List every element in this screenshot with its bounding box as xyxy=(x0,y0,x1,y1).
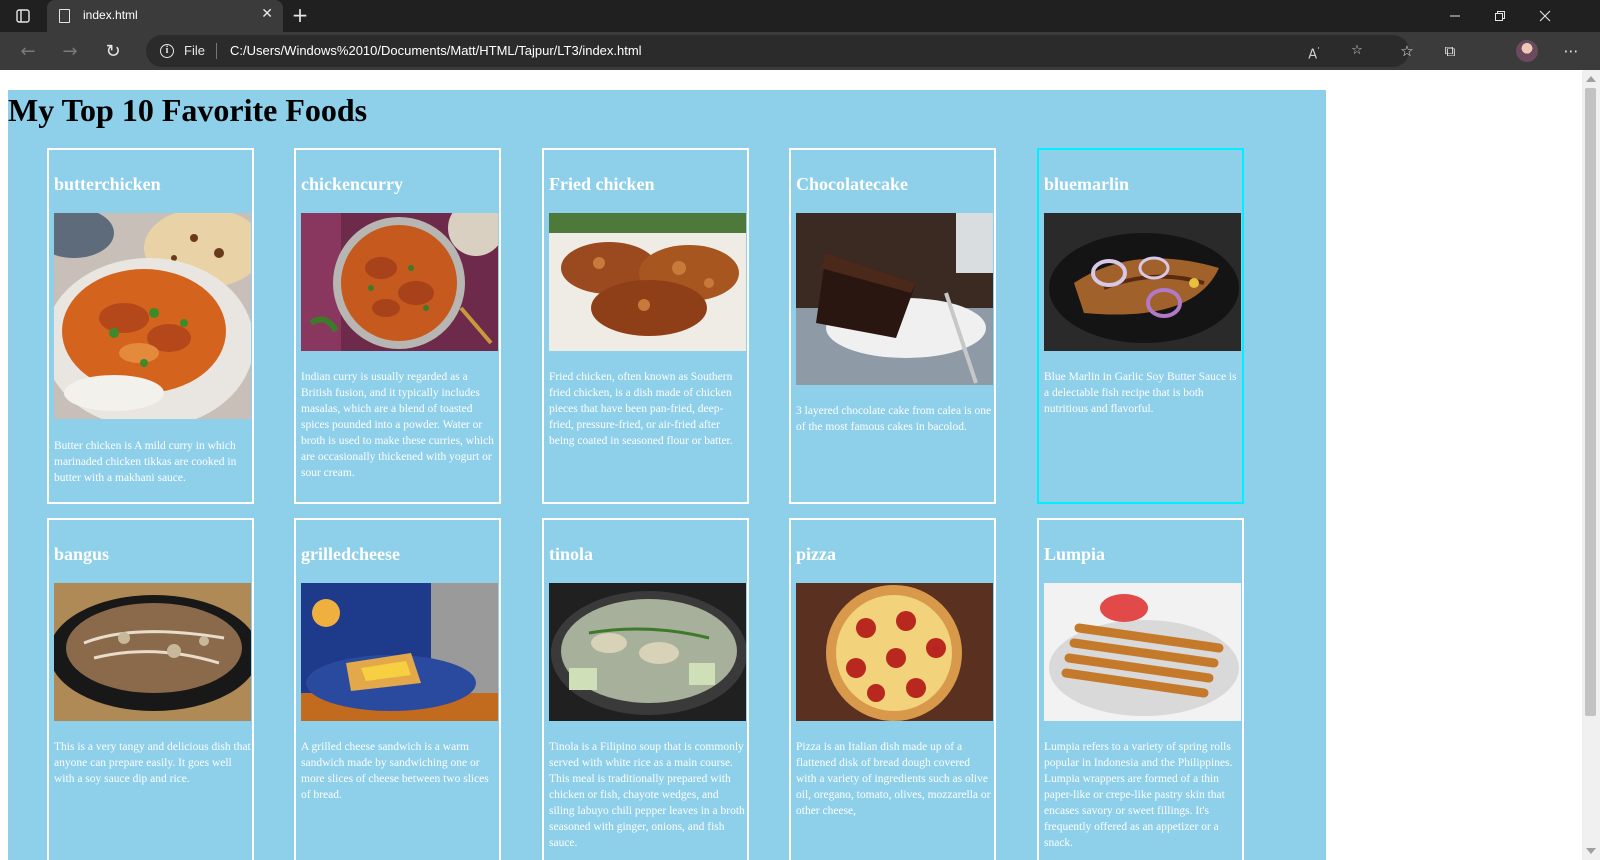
url-text[interactable]: C:/Users/Windows%2010/Documents/Matt/HTM… xyxy=(230,43,642,58)
food-description: Lumpia refers to a variety of spring rol… xyxy=(1044,741,1233,849)
food-name: Chocolatecake xyxy=(796,174,908,194)
food-card-fried-chicken: Fried chicken Fried chicken, often known… xyxy=(542,148,749,504)
food-name: Lumpia xyxy=(1044,544,1106,564)
food-card-lumpia: Lumpia Lumpia refers to a variety of spr… xyxy=(1037,518,1244,860)
address-separator xyxy=(216,43,217,59)
food-description: Tinola is a Filipino soup that is common… xyxy=(549,741,745,849)
page-viewport: My Top 10 Favorite Foods butterchicken B… xyxy=(0,70,1582,860)
food-image-pizza xyxy=(796,583,993,721)
profile-avatar[interactable] xyxy=(1516,40,1538,62)
food-image-chocolatecake xyxy=(796,213,993,385)
back-icon[interactable]: ← xyxy=(12,35,44,67)
food-description: A grilled cheese sandwich is a warm sand… xyxy=(301,741,489,801)
refresh-icon[interactable]: ↻ xyxy=(97,35,129,67)
food-image-lumpia xyxy=(1044,583,1241,721)
collections-icon[interactable]: ⧉ xyxy=(1437,38,1463,64)
food-name: chickencurry xyxy=(301,174,403,194)
food-image-butterchicken xyxy=(34,208,264,428)
new-tab-icon[interactable]: + xyxy=(287,3,313,29)
scroll-up-icon[interactable] xyxy=(1586,76,1596,82)
scroll-down-icon[interactable] xyxy=(1586,848,1596,854)
food-description: This is a very tangy and delicious dish … xyxy=(54,741,251,785)
page-title: My Top 10 Favorite Foods xyxy=(8,92,368,128)
tab-actions-icon[interactable] xyxy=(0,0,46,32)
food-description: 3 layered chocolate cake from calea is o… xyxy=(796,405,992,433)
food-name: bangus xyxy=(54,544,110,564)
food-image-bangus xyxy=(49,583,259,721)
food-image-fried-chicken xyxy=(549,213,746,351)
main-container: My Top 10 Favorite Foods butterchicken B… xyxy=(8,90,1326,860)
window-close-icon[interactable] xyxy=(1522,0,1567,32)
food-card-chickencurry: chickencurry Indian curry is usually reg… xyxy=(294,148,504,504)
food-description: Blue Marlin in Garlic Soy Butter Sauce i… xyxy=(1044,371,1237,415)
food-name: pizza xyxy=(796,544,836,564)
food-card-butterchicken: butterchicken Butter chicken is A mild c… xyxy=(34,148,264,504)
food-image-bluemarlin xyxy=(1044,213,1241,351)
food-card-bluemarlin: bluemarlin Blue Marlin in Garlic Soy But… xyxy=(1037,148,1244,504)
food-description: Fried chicken, often known as Southern f… xyxy=(549,371,733,447)
browser-toolbar: ← → ↻ i File C:/Users/Windows%2010/Docum… xyxy=(0,32,1600,70)
food-name: Fried chicken xyxy=(549,174,655,194)
tab-title: index.html xyxy=(83,8,138,22)
vertical-scrollbar[interactable] xyxy=(1582,70,1600,860)
food-description: Pizza is an Italian dish made up of a fl… xyxy=(796,741,991,817)
address-bar[interactable]: i File C:/Users/Windows%2010/Documents/M… xyxy=(146,35,1409,67)
food-card-chocolatecake: Chocolatecake 3 layered chocolate cake f… xyxy=(789,148,996,504)
food-card-pizza: pizza Pizza is an Italian dish made up o… xyxy=(789,518,996,860)
food-description: Indian curry is usually regarded as a Br… xyxy=(301,371,494,479)
address-scheme: File xyxy=(184,43,205,58)
restore-icon[interactable] xyxy=(1477,0,1522,32)
favorites-icon[interactable]: ☆ xyxy=(1394,38,1420,64)
food-description: Butter chicken is A mild curry in which … xyxy=(54,440,237,484)
food-card-grilledcheese: grilledcheese A grilled cheese sandwich … xyxy=(294,518,501,860)
minimize-icon[interactable] xyxy=(1432,0,1477,32)
food-image-chickencurry xyxy=(301,200,504,351)
food-name: bluemarlin xyxy=(1044,174,1130,194)
food-image-grilledcheese xyxy=(301,583,498,721)
food-card-tinola: tinola Tinola is a Filipino soup that is… xyxy=(542,518,749,860)
tab-bar: index.html ✕ + xyxy=(0,0,1600,32)
info-icon[interactable]: i xyxy=(160,44,174,58)
scrollbar-thumb[interactable] xyxy=(1585,88,1596,716)
more-icon[interactable]: ⋯ xyxy=(1558,38,1584,64)
add-favorite-icon[interactable]: ☆ xyxy=(1347,41,1367,61)
food-name: tinola xyxy=(549,544,594,564)
food-name: butterchicken xyxy=(54,174,161,194)
food-image-tinola xyxy=(549,583,747,721)
close-icon[interactable]: ✕ xyxy=(261,6,273,22)
document-icon xyxy=(59,9,70,23)
browser-tab[interactable]: index.html ✕ xyxy=(47,0,283,32)
forward-icon[interactable]: → xyxy=(54,35,86,67)
read-aloud-icon[interactable]: Aʼ xyxy=(1304,41,1324,62)
food-card-bangus: bangus This is a very tangy and deliciou… xyxy=(47,518,259,860)
food-name: grilledcheese xyxy=(301,544,400,564)
